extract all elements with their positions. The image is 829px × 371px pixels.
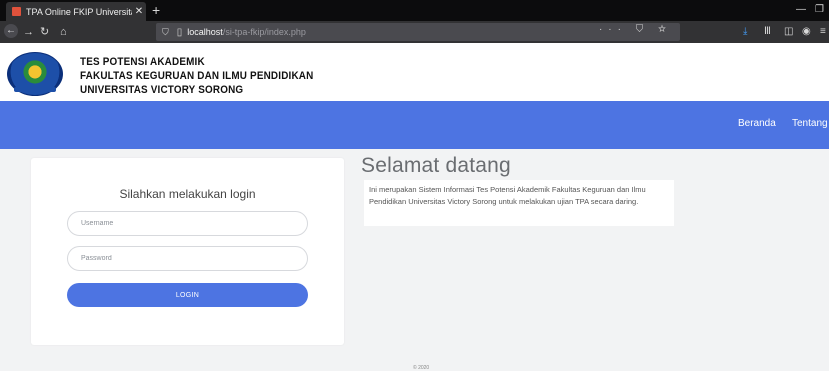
tab-title: TPA Online FKIP Universitas Vi…: [26, 6, 132, 17]
url-host: localhost: [187, 27, 223, 37]
minimize-icon[interactable]: —: [796, 2, 806, 18]
browser-tab-bar: TPA Online FKIP Universitas Vi… ✕ + — ❐: [0, 0, 829, 21]
close-tab-icon[interactable]: ✕: [132, 6, 146, 17]
password-input[interactable]: [67, 246, 308, 271]
back-arrow-icon[interactable]: ←: [4, 24, 18, 38]
welcome-text: Ini merupakan Sistem Informasi Tes Poten…: [369, 185, 646, 206]
welcome-box: Ini merupakan Sistem Informasi Tes Poten…: [364, 180, 674, 226]
header-line-1: TES POTENSI AKADEMIK: [80, 56, 205, 68]
header-line-2: FAKULTAS KEGURUAN DAN ILMU PENDIDIKAN: [80, 70, 314, 82]
browser-toolbar: ← → ↻ ⌂ ⛉ ▯ localhost/si-tpa-fkip/index.…: [0, 21, 829, 43]
header-titles: TES POTENSI AKADEMIK FAKULTAS KEGURUAN D…: [80, 55, 339, 97]
login-title: Silahkan melakukan login: [119, 187, 256, 201]
forward-arrow-icon[interactable]: →: [23, 24, 34, 40]
sidebar-icon[interactable]: ◫: [784, 24, 793, 40]
url-actions[interactable]: ··· ⛉ ☆: [599, 24, 672, 35]
restore-icon[interactable]: ❐: [815, 2, 824, 18]
download-icon[interactable]: ⤓: [743, 24, 747, 40]
main-nav: Beranda Tentang: [0, 101, 829, 149]
shield-icon[interactable]: ⛉: [162, 27, 169, 38]
logo-ribbon: [14, 87, 56, 92]
page-icon: ▯: [176, 26, 183, 38]
menu-icon[interactable]: ≡: [820, 24, 826, 40]
footer-text: © 2020: [413, 365, 430, 371]
home-icon[interactable]: ⌂: [60, 24, 67, 40]
account-icon[interactable]: ◉: [802, 24, 811, 40]
browser-tab[interactable]: TPA Online FKIP Universitas Vi… ✕: [6, 2, 146, 21]
new-tab-icon[interactable]: +: [152, 1, 160, 19]
library-icon[interactable]: Ⅲ: [764, 24, 771, 40]
site-header: TES POTENSI AKADEMIK FAKULTAS KEGURUAN D…: [0, 43, 829, 101]
header-line-3: UNIVERSITAS VICTORY SORONG: [80, 84, 244, 96]
username-input[interactable]: [67, 211, 308, 236]
nav-link-tentang[interactable]: Tentang: [792, 118, 828, 129]
nav-link-beranda[interactable]: Beranda: [738, 118, 776, 129]
reload-icon[interactable]: ↻: [40, 24, 49, 40]
url-path: /si-tpa-fkip/index.php: [222, 27, 306, 37]
login-card: Silahkan melakukan login LOGIN: [31, 158, 344, 345]
favicon-icon: [12, 7, 21, 16]
url-text[interactable]: localhost/si-tpa-fkip/index.php: [187, 27, 306, 37]
welcome-title: Selamat datang: [361, 154, 511, 177]
url-bar[interactable]: ⛉ ▯ localhost/si-tpa-fkip/index.php ··· …: [156, 23, 680, 41]
login-button[interactable]: LOGIN: [67, 283, 308, 307]
